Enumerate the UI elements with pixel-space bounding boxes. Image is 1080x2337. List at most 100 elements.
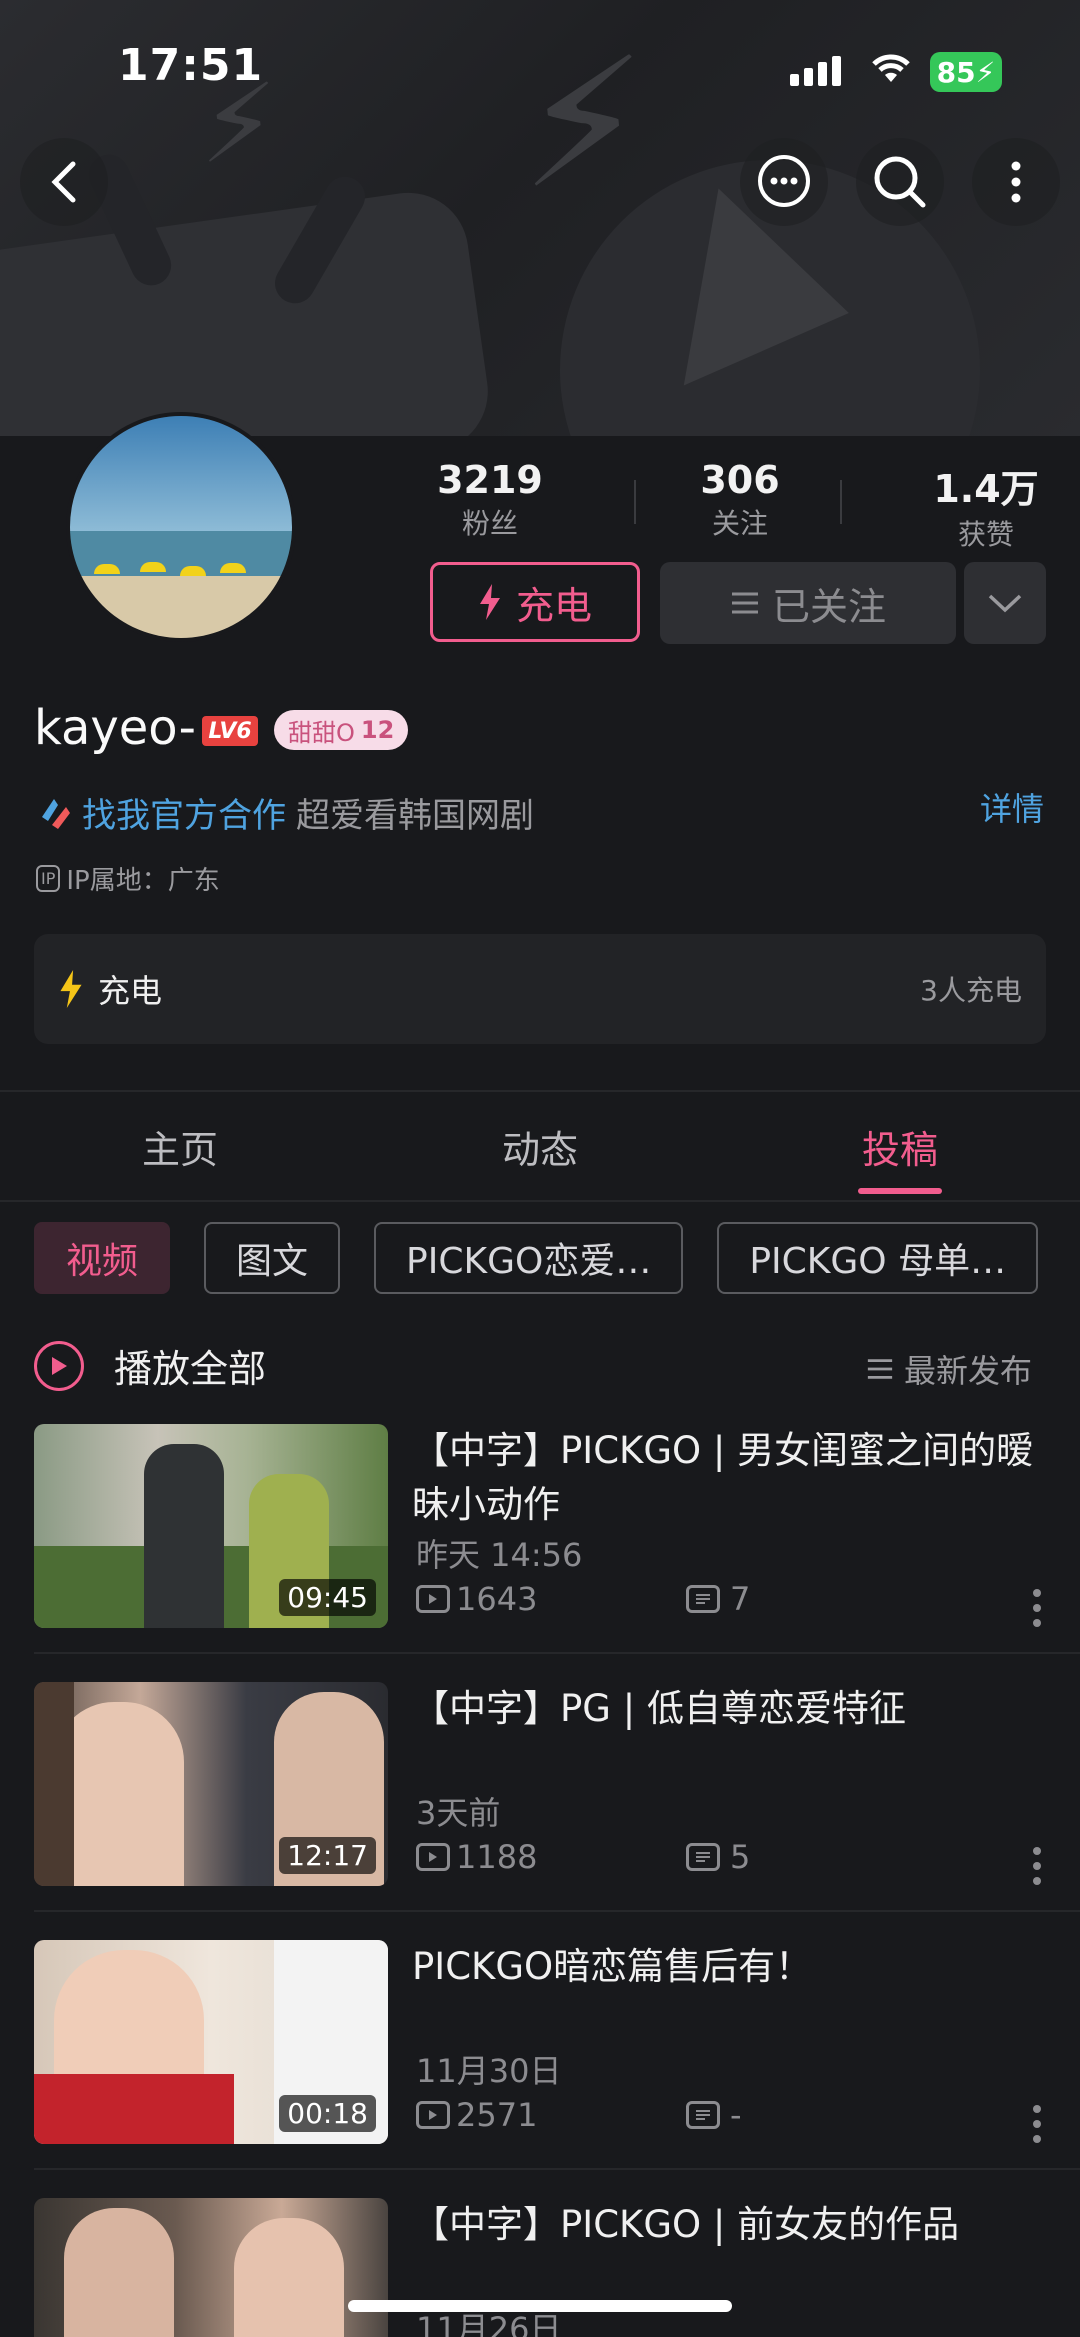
followed-button[interactable]: 已关注 bbox=[660, 562, 956, 644]
danmaku-icon bbox=[686, 2101, 720, 2129]
more-vertical-icon[interactable] bbox=[1032, 1846, 1042, 1886]
video-duration: 09:45 bbox=[279, 1579, 376, 1616]
danmaku-count: - bbox=[730, 2096, 742, 2134]
charge-button-label: 充电 bbox=[515, 583, 592, 628]
likes-stat[interactable]: 1.4万 获赞 bbox=[906, 458, 1066, 553]
video-thumbnail[interactable]: 00:18 bbox=[34, 1940, 388, 2144]
play-all-label: 播放全部 bbox=[114, 1347, 267, 1391]
ip-icon: IP bbox=[36, 865, 61, 892]
video-title: 【中字】PICKGO | 前女友的作品 bbox=[412, 2203, 960, 2246]
video-item[interactable]: 09:45 【中字】PICKGO | 男女闺蜜之间的暧昧小动作 昨天 14:56… bbox=[34, 1424, 1046, 1628]
status-time: 17:51 bbox=[118, 40, 264, 91]
sort-button[interactable]: 最新发布 bbox=[866, 1346, 1032, 1392]
play-count: 1643 bbox=[456, 1580, 538, 1618]
bio-row: 找我官方合作 超爱看韩国网剧 bbox=[36, 788, 534, 837]
divider bbox=[34, 1910, 1080, 1912]
avatar[interactable] bbox=[66, 412, 296, 642]
likes-count: 1.4万 bbox=[933, 467, 1039, 511]
ip-location: IP IP属地：广东 bbox=[36, 860, 220, 897]
stat-divider bbox=[840, 480, 842, 524]
chat-bubble-icon bbox=[758, 155, 810, 207]
level-badge: LV6 bbox=[202, 716, 258, 746]
fan-medal-badge[interactable]: 甜甜O 12 bbox=[274, 710, 409, 750]
charge-card-label: 充电 bbox=[98, 972, 163, 1010]
video-item[interactable]: 00:18 PICKGO暗恋篇售后有！ 11月30日 2571 - bbox=[34, 1940, 1046, 2144]
battery-indicator: 85 ⚡ bbox=[930, 52, 1002, 92]
video-duration: 00:18 bbox=[279, 2095, 376, 2132]
charge-count: 3人充电 bbox=[920, 974, 1022, 1007]
divider bbox=[0, 1200, 1080, 1202]
sort-label: 最新发布 bbox=[904, 1352, 1033, 1390]
danmaku-icon bbox=[686, 1843, 720, 1871]
more-vertical-icon bbox=[1011, 161, 1021, 203]
tab-home[interactable]: 主页 bbox=[0, 1092, 360, 1200]
tab-submissions[interactable]: 投稿 bbox=[720, 1092, 1080, 1200]
chevron-down-icon bbox=[988, 594, 1022, 613]
divider bbox=[34, 1652, 1080, 1654]
username: kayeo- bbox=[34, 700, 196, 756]
play-count-icon bbox=[416, 1843, 450, 1871]
fan-medal-name: 甜甜O bbox=[288, 718, 355, 747]
chip-video[interactable]: 视频 bbox=[34, 1222, 171, 1294]
follow-dropdown-button[interactable] bbox=[964, 562, 1046, 644]
video-stats: 1188 5 bbox=[416, 1838, 1046, 1876]
video-time: 11月30日 bbox=[416, 2052, 562, 2090]
detail-link[interactable]: 详情 bbox=[980, 784, 1044, 830]
play-all-button[interactable]: 播放全部 bbox=[34, 1338, 266, 1393]
video-stats: 2571 - bbox=[416, 2096, 1046, 2134]
video-title: PICKGO暗恋篇售后有！ bbox=[412, 1945, 813, 1988]
stat-divider bbox=[634, 480, 636, 524]
charge-card[interactable]: 充电 3人充电 bbox=[34, 934, 1046, 1044]
official-cooperation-link[interactable]: 找我官方合作 bbox=[82, 788, 286, 837]
message-button[interactable] bbox=[740, 138, 828, 226]
search-icon bbox=[874, 156, 926, 208]
bio-text: 超爱看韩国网剧 bbox=[296, 796, 534, 836]
more-vertical-icon[interactable] bbox=[1032, 2104, 1042, 2144]
followed-button-label: 已关注 bbox=[771, 584, 886, 629]
fans-count: 3219 bbox=[437, 458, 543, 502]
chevron-left-icon bbox=[51, 161, 76, 203]
danmaku-count: 7 bbox=[730, 1580, 751, 1618]
fans-stat[interactable]: 3219 粉丝 bbox=[410, 458, 570, 542]
charge-button[interactable]: 充电 bbox=[430, 562, 640, 642]
video-duration: 12:17 bbox=[279, 1837, 376, 1874]
play-circle-icon bbox=[34, 1340, 84, 1391]
video-thumbnail[interactable]: 09:45 bbox=[34, 1424, 388, 1628]
lightning-icon bbox=[60, 970, 82, 1008]
search-button[interactable] bbox=[856, 138, 944, 226]
profile-tabs: 主页 动态 投稿 bbox=[0, 1092, 1080, 1200]
video-title: 【中字】PG | 低自尊恋爱特征 bbox=[412, 1687, 906, 1730]
video-time: 昨天 14:56 bbox=[416, 1536, 583, 1574]
danmaku-icon bbox=[686, 1585, 720, 1613]
more-button[interactable] bbox=[972, 138, 1060, 226]
wifi-icon bbox=[866, 46, 916, 90]
video-title: 【中字】PICKGO | 男女闺蜜之间的暧昧小动作 bbox=[412, 1429, 1034, 1526]
home-indicator bbox=[348, 2300, 732, 2312]
chip-collection-1[interactable]: PICKGO恋爱… bbox=[374, 1222, 684, 1294]
play-count-icon bbox=[416, 2101, 450, 2129]
video-thumbnail[interactable] bbox=[34, 2198, 388, 2337]
video-item[interactable]: 【中字】PICKGO | 前女友的作品 11月26日 bbox=[34, 2198, 1046, 2337]
video-thumbnail[interactable]: 12:17 bbox=[34, 1682, 388, 1886]
divider bbox=[34, 2168, 1080, 2170]
chip-image-text[interactable]: 图文 bbox=[204, 1222, 341, 1294]
filter-chips: 视频 图文 PICKGO恋爱… PICKGO 母单… bbox=[34, 1222, 1039, 1294]
lightning-icon bbox=[479, 584, 500, 620]
following-label: 关注 bbox=[711, 507, 768, 540]
more-vertical-icon[interactable] bbox=[1032, 1588, 1042, 1628]
danmaku-count: 5 bbox=[730, 1838, 751, 1876]
following-stat[interactable]: 306 关注 bbox=[660, 458, 820, 542]
play-count: 2571 bbox=[456, 2096, 538, 2134]
video-time: 3天前 bbox=[416, 1794, 501, 1832]
tab-dynamics[interactable]: 动态 bbox=[360, 1092, 720, 1200]
video-item[interactable]: 12:17 【中字】PG | 低自尊恋爱特征 3天前 1188 5 bbox=[34, 1682, 1046, 1886]
menu-lines-icon bbox=[867, 1359, 893, 1379]
ip-location-text: IP属地：广东 bbox=[66, 866, 220, 896]
video-stats: 1643 7 bbox=[416, 1580, 1046, 1618]
back-button[interactable] bbox=[20, 138, 108, 226]
play-count: 1188 bbox=[456, 1838, 538, 1876]
chip-collection-2[interactable]: PICKGO 母单… bbox=[717, 1222, 1039, 1294]
menu-lines-icon bbox=[731, 592, 758, 614]
likes-label: 获赞 bbox=[957, 518, 1014, 551]
following-count: 306 bbox=[700, 458, 780, 502]
